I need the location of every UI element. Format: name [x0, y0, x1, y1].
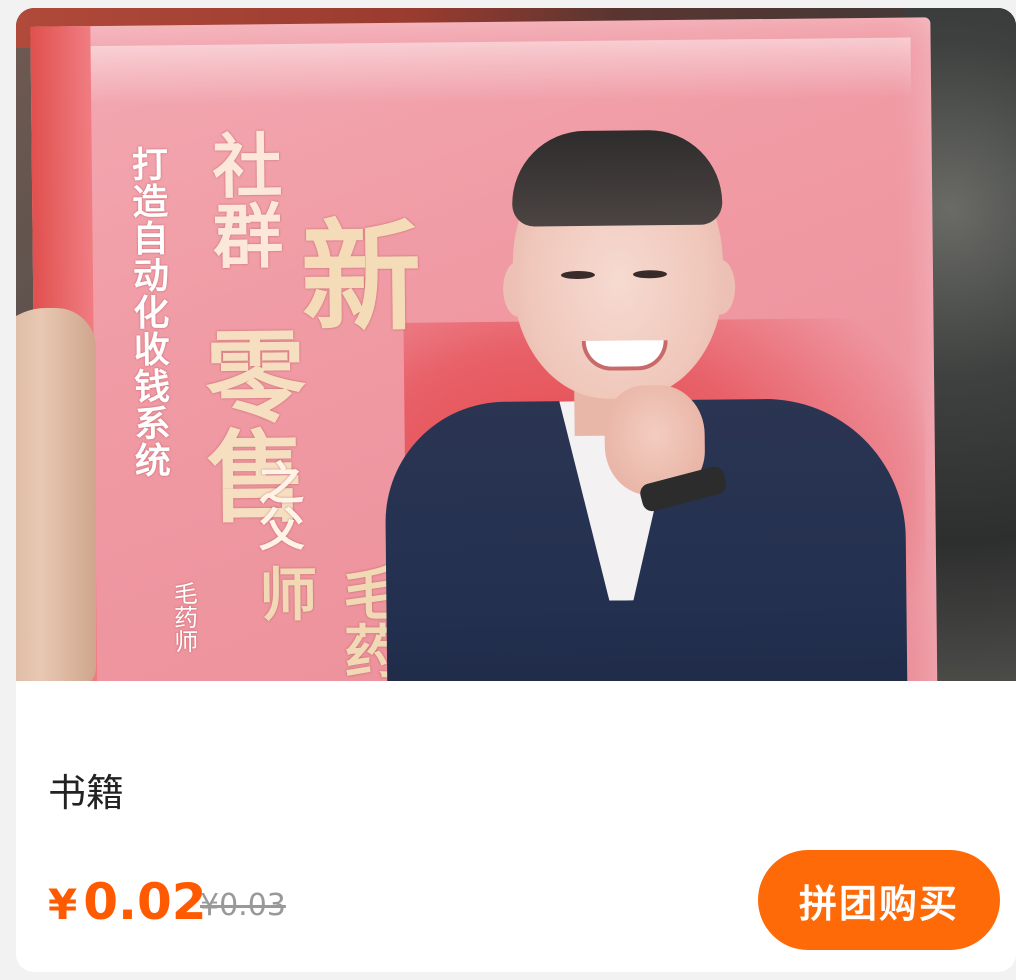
product-card[interactable]: 打造自动化收钱系统 社群 新 零售 之父 毛药师 毛药师 著 书籍 ¥ 0.02…: [16, 8, 1016, 972]
cover-author-credit: 毛药师 著: [169, 581, 199, 681]
book-cover: 打造自动化收钱系统 社群 新 零售 之父 毛药师 毛药师 著: [30, 17, 938, 681]
cover-subtitle: 之父: [250, 458, 306, 552]
holding-hand: [16, 308, 96, 681]
portrait-hair: [511, 129, 723, 227]
current-price-value: 0.02: [83, 873, 207, 931]
currency-symbol: ¥: [48, 880, 78, 929]
product-title: 书籍: [48, 771, 125, 815]
cover-portrait: [361, 127, 927, 681]
product-image[interactable]: 打造自动化收钱系统 社群 新 零售 之父 毛药师 毛药师 著: [16, 8, 1016, 681]
shrink-wrap-glare: [90, 37, 912, 107]
current-price: ¥0.02: [48, 876, 207, 931]
original-price: ¥0.03: [200, 888, 286, 923]
group-buy-button[interactable]: 拼团购买: [758, 850, 1000, 950]
cover-slogan: 打造自动化收钱系统: [125, 145, 171, 479]
